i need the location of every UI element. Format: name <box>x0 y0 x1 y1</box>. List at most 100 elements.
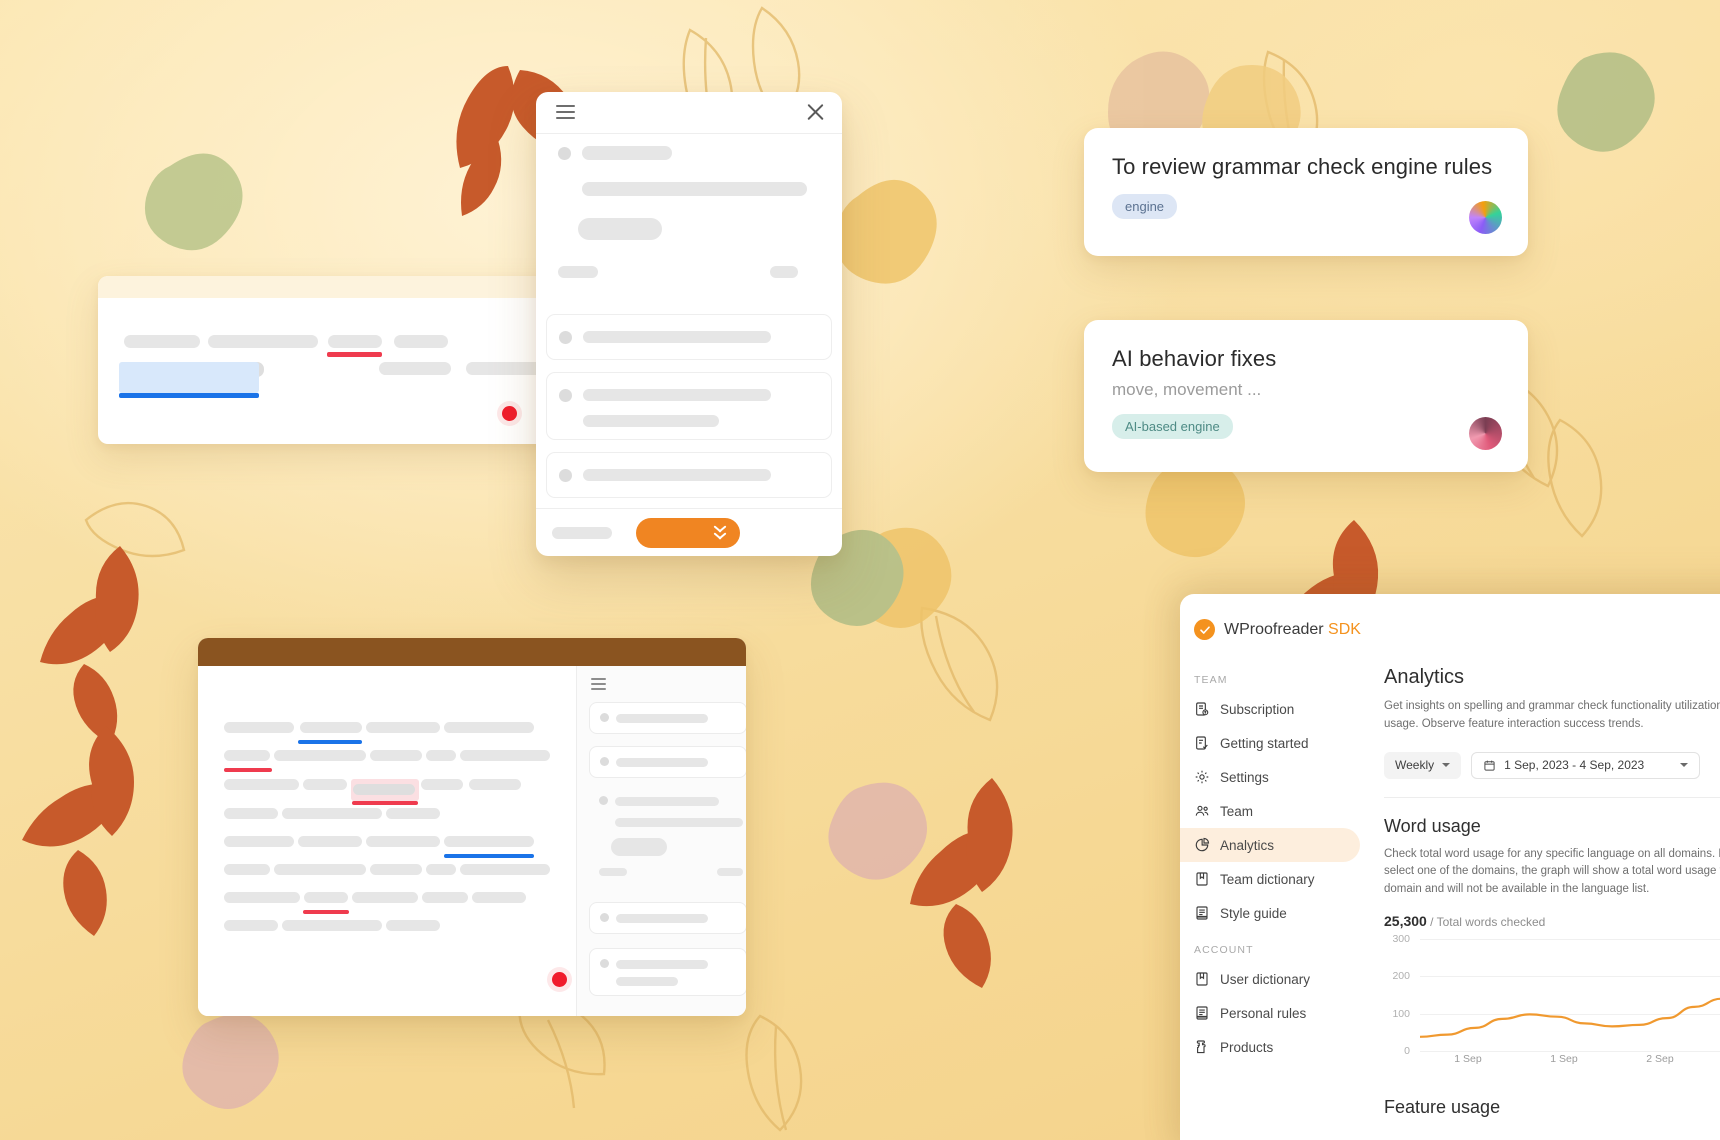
sidebar-item-team[interactable]: Team <box>1180 794 1360 828</box>
sidebar-item-user-dictionary[interactable]: User dictionary <box>1180 962 1360 996</box>
section-title-word-usage: Word usage <box>1384 815 1481 836</box>
skeleton-text <box>770 266 798 278</box>
sidebar-item-analytics[interactable]: Analytics <box>1180 828 1360 862</box>
suggestion-item[interactable] <box>546 372 832 440</box>
nav-group-label: TEAM <box>1194 674 1228 686</box>
skeleton-chip[interactable] <box>611 838 667 856</box>
skeleton-text <box>582 182 807 196</box>
skeleton-text <box>615 818 743 827</box>
task-card[interactable]: AI behavior fixes move, movement ... AI-… <box>1084 320 1528 472</box>
chart-x-tick-label: 2 Sep <box>1646 1053 1674 1066</box>
hamburger-icon[interactable] <box>591 678 606 690</box>
sidebar-item-label: Analytics <box>1220 837 1275 853</box>
chevron-down-icon <box>1680 763 1689 768</box>
suggestion-item[interactable] <box>589 902 746 934</box>
suggestion-item[interactable] <box>589 702 746 734</box>
task-card[interactable]: To review grammar check engine rules eng… <box>1084 128 1528 256</box>
task-tag[interactable]: AI-based engine <box>1112 414 1233 439</box>
sidebar-item-label: Settings <box>1220 769 1269 785</box>
suggestion-item[interactable] <box>589 948 746 996</box>
book-icon <box>1194 971 1210 987</box>
period-select-value: Weekly <box>1395 758 1435 773</box>
task-title: To review grammar check engine rules <box>1112 154 1493 179</box>
close-icon[interactable] <box>806 103 824 121</box>
suggestion-item[interactable] <box>546 452 832 498</box>
suggestion-item[interactable] <box>546 314 832 360</box>
date-range-value: 1 Sep, 2023 - 4 Sep, 2023 <box>1504 758 1645 773</box>
sidebar-item-settings[interactable]: Settings <box>1180 760 1360 794</box>
page-title: Analytics <box>1384 666 1465 688</box>
chart-gridline <box>1420 1051 1720 1053</box>
suggestion-expanded-item[interactable] <box>589 790 746 886</box>
skeleton-text <box>352 892 418 903</box>
suggestion-item[interactable] <box>589 746 746 778</box>
skeleton-text <box>426 750 456 761</box>
sidebar-item-personal-rules[interactable]: Personal rules <box>1180 996 1360 1030</box>
skeleton-text <box>224 722 294 733</box>
sidebar-item-subscription[interactable]: Subscription <box>1180 692 1360 726</box>
wproofreader-dashboard: WProofreader SDK TEAM Subscription Getti… <box>1180 594 1720 1140</box>
section-description-word-usage: Check total word usage for any specific … <box>1384 847 1720 896</box>
avatar[interactable] <box>1469 201 1502 234</box>
task-tag[interactable]: engine <box>1112 194 1178 219</box>
double-chevron-icon <box>713 525 727 540</box>
skeleton-error-word <box>353 784 415 795</box>
error-indicator-dot[interactable] <box>552 972 567 987</box>
error-indicator-dot[interactable] <box>502 406 517 421</box>
skeleton-text <box>472 892 526 903</box>
skeleton-text <box>444 836 534 847</box>
skeleton-text <box>583 415 719 427</box>
gear-icon <box>1194 769 1210 785</box>
analytics-icon <box>1194 837 1210 853</box>
app-logo[interactable]: WProofreader SDK <box>1194 619 1361 640</box>
skeleton-text <box>224 808 278 819</box>
sidebar-item-label: Style guide <box>1220 905 1287 921</box>
avatar[interactable] <box>1469 417 1502 450</box>
skeleton-text <box>304 892 348 903</box>
skeleton-text <box>274 750 366 761</box>
chart-y-tick-label: 300 <box>1392 933 1410 946</box>
skeleton-text <box>303 779 347 790</box>
chart-x-tick-label: 1 Sep <box>1454 1053 1482 1066</box>
error-underline <box>303 910 349 914</box>
skeleton-text <box>583 389 771 401</box>
section-title-feature-usage: Feature usage <box>1384 1097 1501 1118</box>
skeleton-text <box>615 797 719 806</box>
sidebar-item-style-guide[interactable]: Style guide <box>1180 896 1360 930</box>
skeleton-text <box>386 808 440 819</box>
skeleton-chip[interactable] <box>578 218 662 240</box>
primary-cta-button[interactable] <box>636 518 740 548</box>
sidebar-item-getting-started[interactable]: Getting started <box>1180 726 1360 760</box>
skeleton-text <box>616 758 708 767</box>
divider <box>1384 796 1720 798</box>
skeleton-text <box>717 868 743 876</box>
app-name-suffix: SDK <box>1328 620 1361 638</box>
suggestion-bullet <box>599 796 608 805</box>
skeleton-text <box>583 469 771 481</box>
subscription-icon <box>1194 701 1210 717</box>
error-underline <box>352 801 418 805</box>
suggestion-bullet <box>600 713 609 722</box>
calendar-icon <box>1483 759 1496 772</box>
skeleton-text <box>224 920 278 931</box>
word-usage-chart: 300 200 100 0 <box>1384 933 1720 1057</box>
suggestion-bullet <box>600 913 609 922</box>
skeleton-text <box>386 920 440 931</box>
period-select[interactable]: Weekly <box>1384 751 1462 779</box>
skeleton-text <box>282 920 382 931</box>
date-range-picker[interactable]: 1 Sep, 2023 - 4 Sep, 2023 <box>1471 751 1701 779</box>
error-underline <box>327 352 382 357</box>
skeleton-text <box>298 836 362 847</box>
sidebar-item-products[interactable]: Products <box>1180 1030 1360 1064</box>
sidebar-item-label: Team <box>1220 803 1254 819</box>
sidebar-item-team-dictionary[interactable]: Team dictionary <box>1180 862 1360 896</box>
skeleton-text <box>460 750 550 761</box>
window-titlebar <box>198 638 746 666</box>
skeleton-text <box>444 722 534 733</box>
page-description: Get insights on spelling and grammar che… <box>1384 700 1720 730</box>
suggestion-bullet <box>600 959 609 968</box>
hamburger-icon[interactable] <box>556 105 575 120</box>
skeleton-text <box>426 864 456 875</box>
skeleton-text <box>274 864 366 875</box>
sidebar-item-label: User dictionary <box>1220 971 1311 987</box>
